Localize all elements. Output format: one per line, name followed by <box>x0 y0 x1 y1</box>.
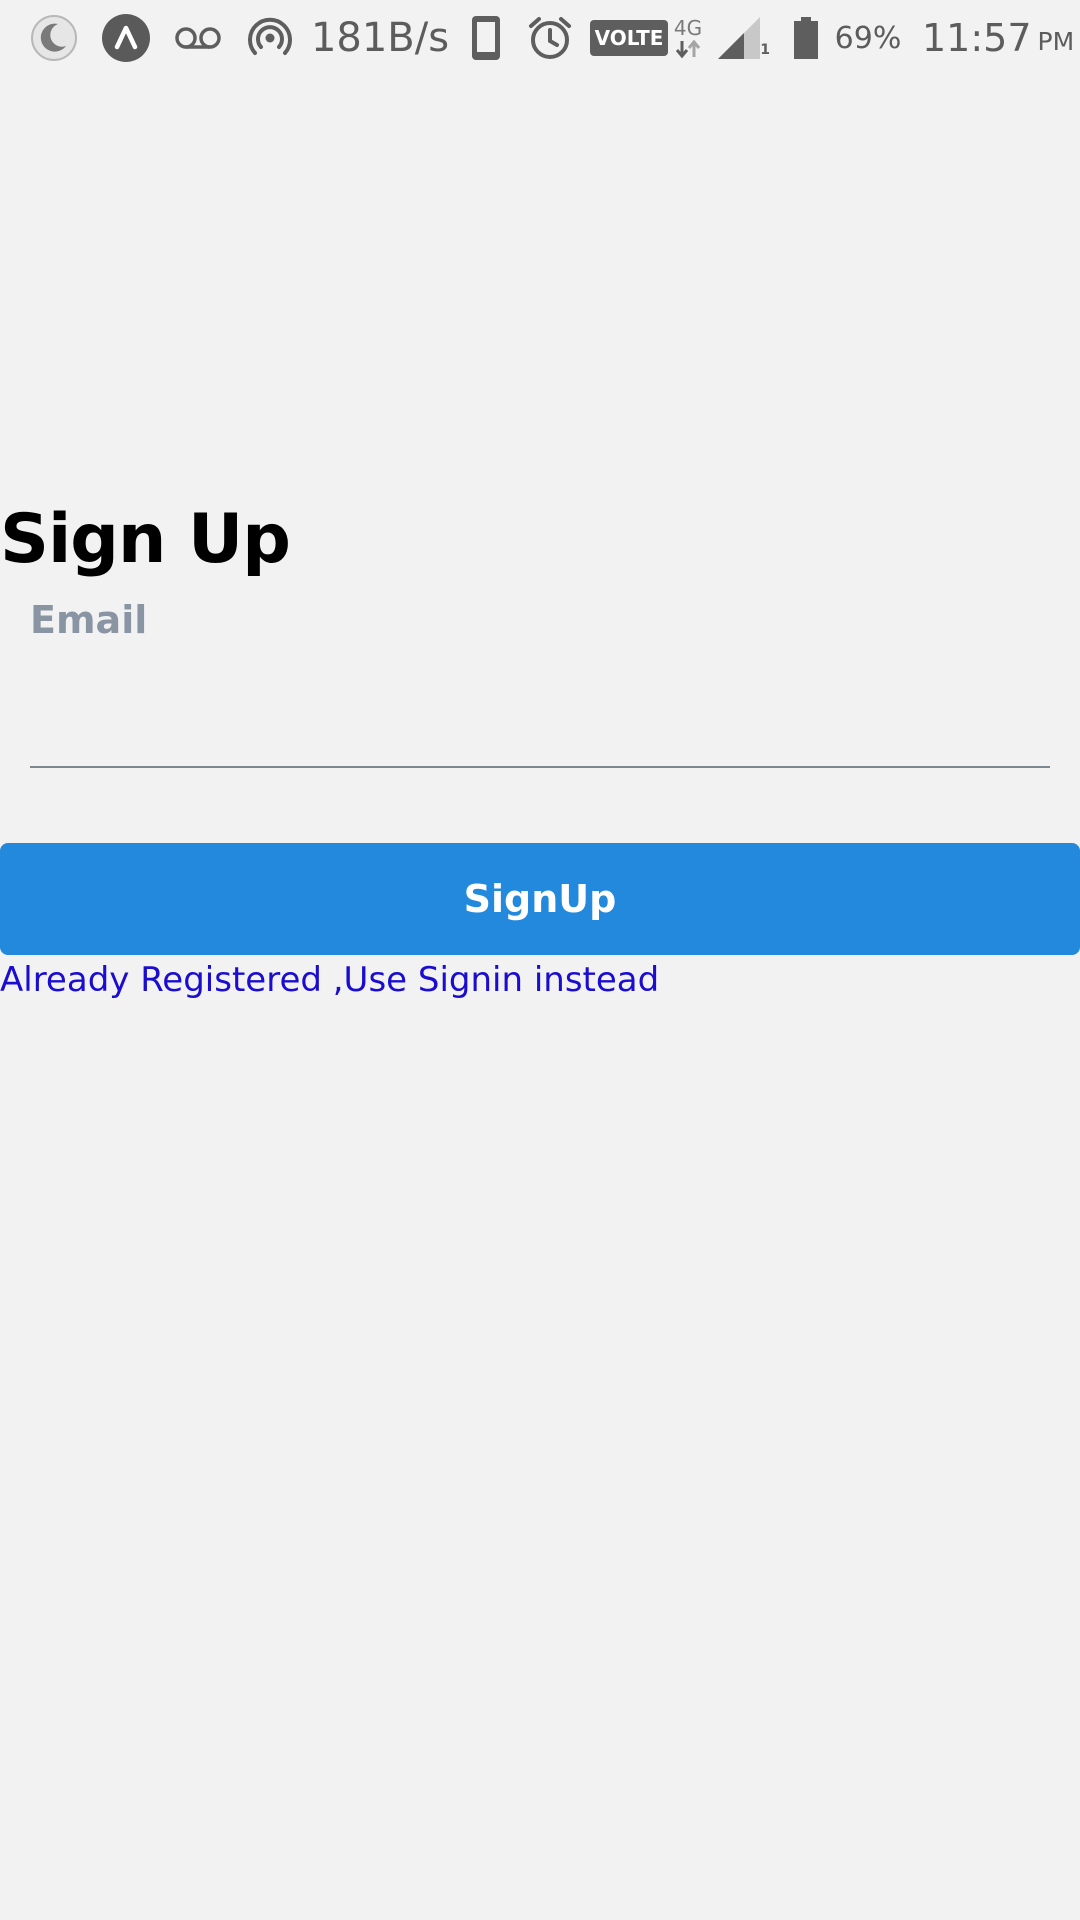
data-arrows-icon <box>675 39 701 59</box>
status-bar: 181B/s VOLTE 4G 1 69% 11:57 PM <box>0 0 1080 76</box>
clock-time: 11:57 <box>922 16 1032 60</box>
volte-label: VOLTE <box>589 20 669 56</box>
battery-percent-text: 69% <box>834 20 902 56</box>
moon-icon <box>28 0 80 76</box>
clock: 11:57 PM <box>916 0 1076 76</box>
signup-button[interactable]: SignUp <box>0 843 1080 955</box>
email-label: Email <box>30 598 148 642</box>
app-launcher-icon <box>100 0 152 76</box>
volte-badge: VOLTE <box>589 0 669 76</box>
sim-slot-label: 1 <box>760 42 770 58</box>
phone-icon <box>466 0 506 76</box>
network-type-label: 4G <box>673 16 703 40</box>
battery-icon <box>788 0 824 76</box>
clock-ampm: PM <box>1037 26 1075 56</box>
signal-icon: 1 <box>712 0 774 76</box>
hotspot-icon <box>244 0 296 76</box>
email-field[interactable] <box>30 672 1050 768</box>
page-title: Sign Up <box>0 500 291 579</box>
signin-link[interactable]: Already Registered ,Use Signin instead <box>0 960 659 1000</box>
voicemail-icon <box>172 0 224 76</box>
network-type-indicator: 4G <box>668 0 708 76</box>
alarm-icon <box>524 0 576 76</box>
network-speed-text: 181B/s <box>310 15 450 61</box>
